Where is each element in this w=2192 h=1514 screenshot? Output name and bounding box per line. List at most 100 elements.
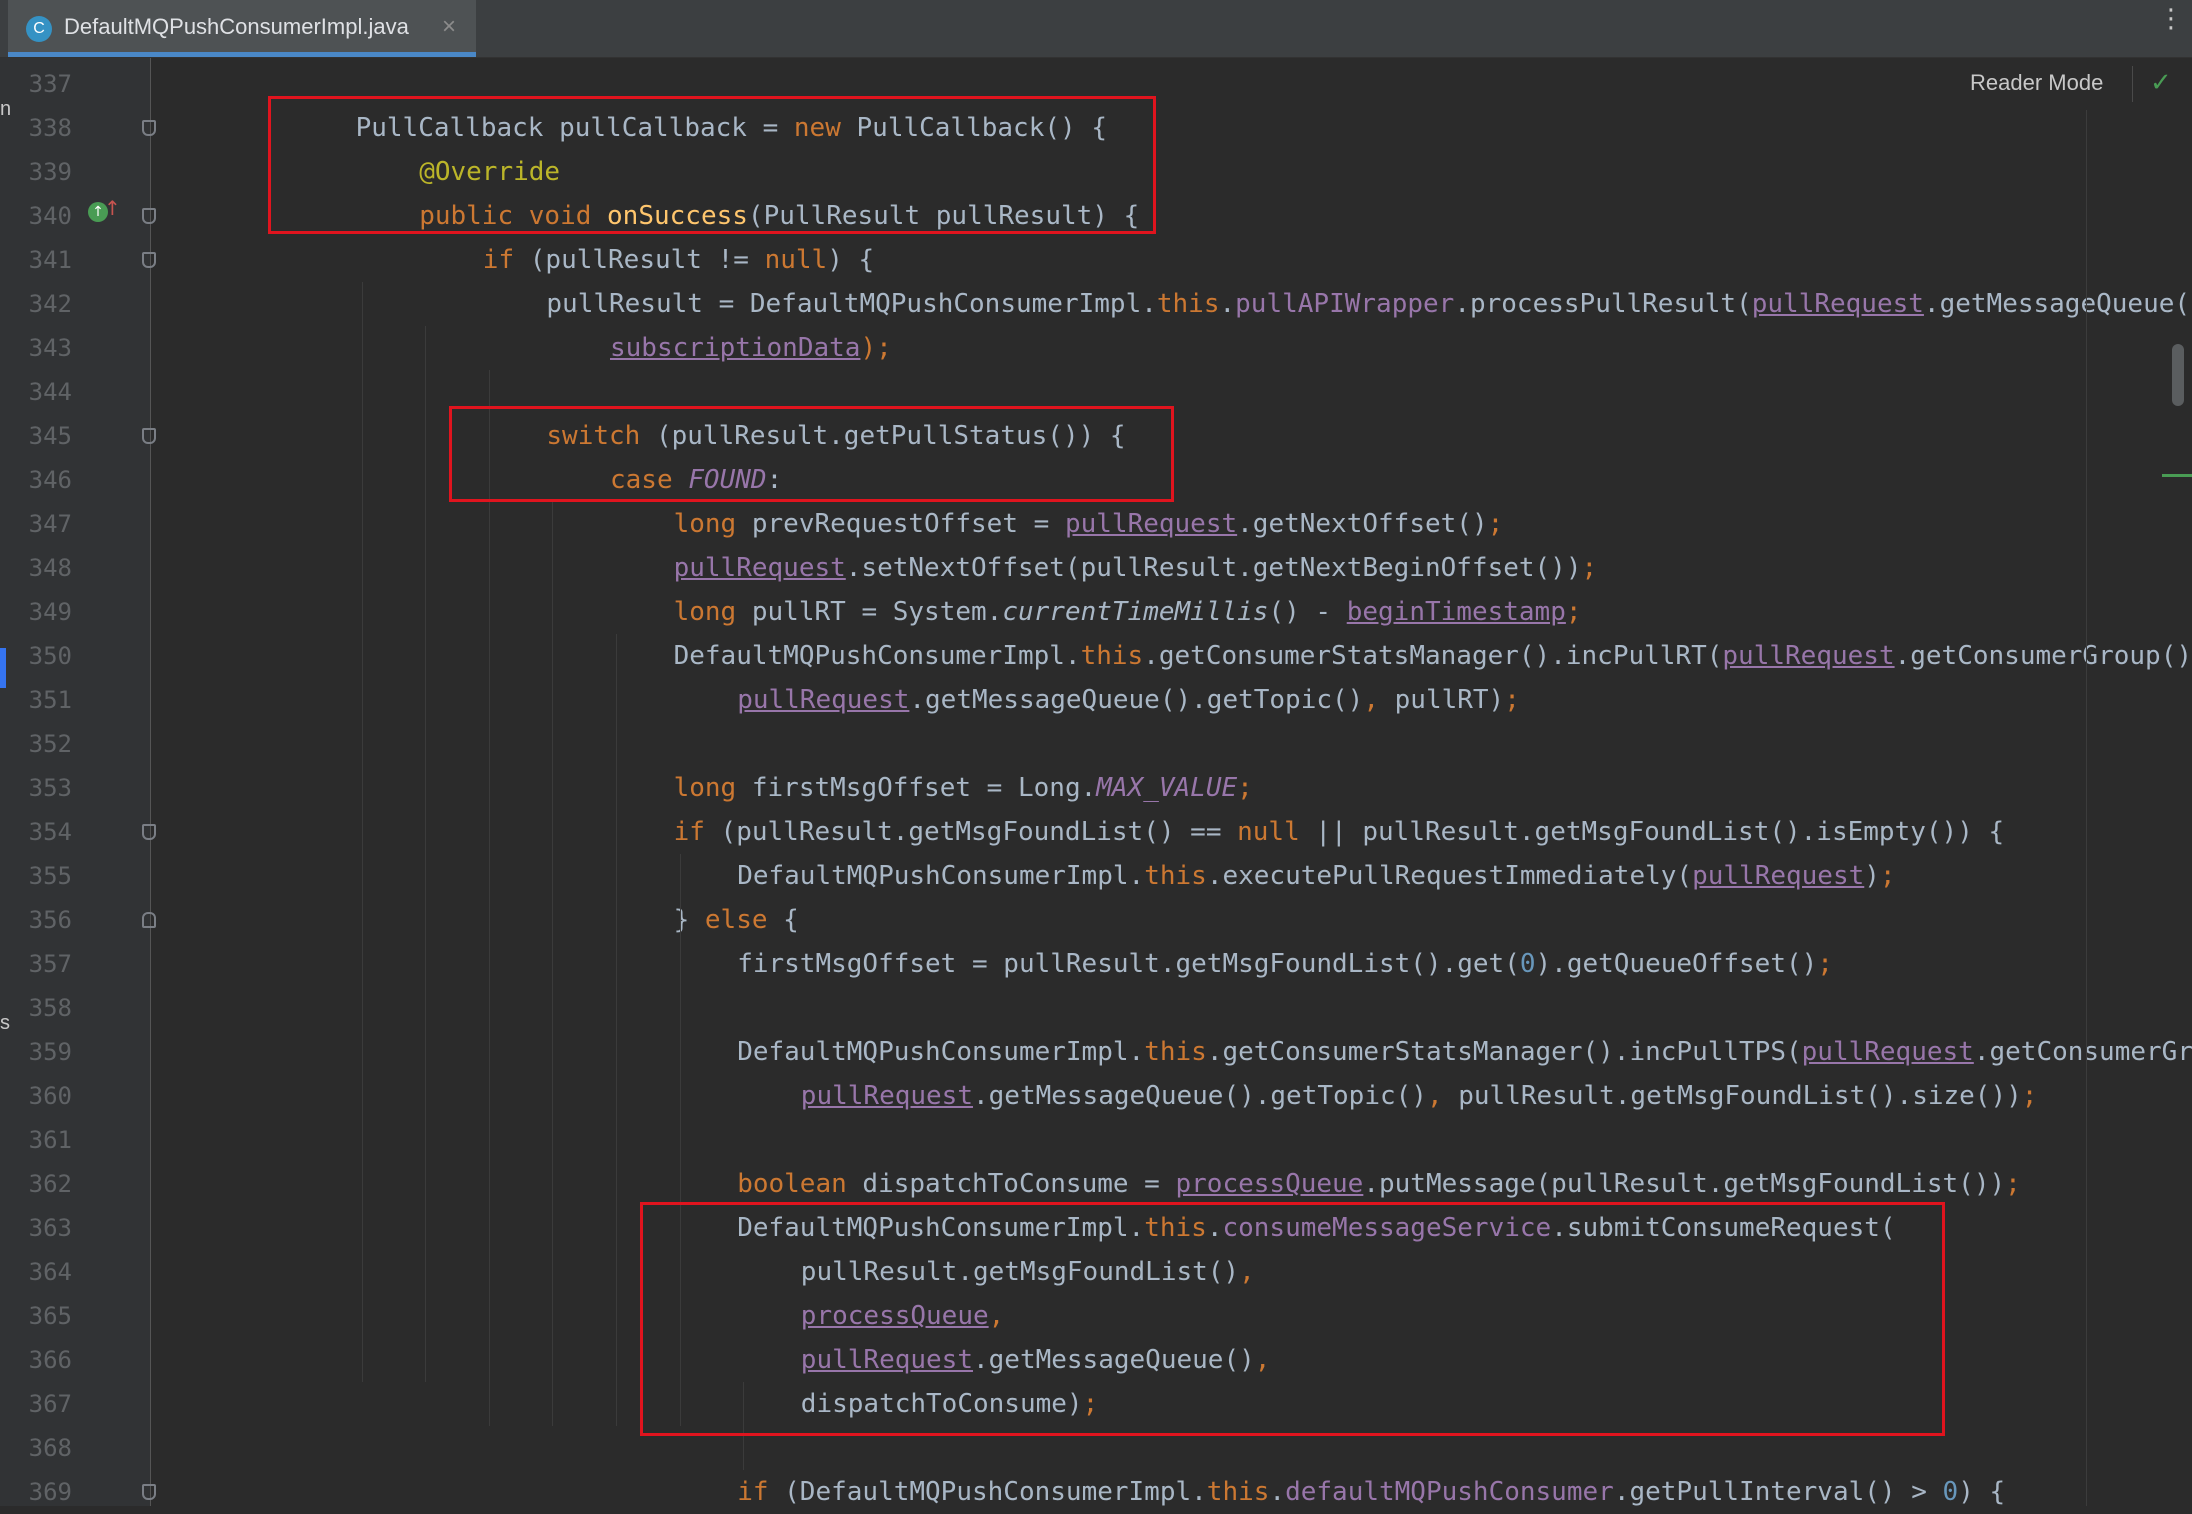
fold-marker-icon[interactable]	[142, 428, 156, 444]
code-token: ;	[1565, 597, 1582, 627]
fold-marker-icon[interactable]	[142, 912, 156, 928]
code-line[interactable]: long prevRequestOffset = pullRequest.get…	[674, 502, 1504, 546]
line-number: 369	[28, 1478, 72, 1506]
code-line[interactable]: if (DefaultMQPushConsumerImpl.this.defau…	[737, 1470, 2005, 1506]
code-token: .getPullInterval() >	[1613, 1477, 1943, 1506]
inspection-ok-icon[interactable]: ✓	[2150, 68, 2172, 98]
code-token: pullRequest	[1692, 861, 1865, 891]
reader-mode-button[interactable]: Reader Mode	[1970, 70, 2103, 96]
code-token: .getMessageQueue()	[1923, 289, 2192, 319]
fold-marker-icon[interactable]	[142, 208, 156, 224]
line-number: 349	[28, 598, 72, 626]
code-token: (DefaultMQPushConsumerImpl.	[768, 1477, 1207, 1506]
line-number: 360	[28, 1082, 72, 1110]
indent-guide	[552, 502, 554, 1426]
code-token: .getNextOffset()	[1237, 509, 1488, 539]
code-token: .executePullRequestImmediately(	[1206, 861, 1693, 891]
line-number: 354	[28, 818, 72, 846]
code-token: pullRequest	[1064, 509, 1238, 539]
code-token: ,	[1363, 685, 1395, 715]
code-line[interactable]: boolean dispatchToConsume = processQueue…	[737, 1162, 2021, 1206]
code-token: if	[482, 245, 515, 275]
line-number: 356	[28, 906, 72, 934]
code-token: ).getQueueOffset()	[1535, 949, 1818, 979]
code-token: .getConsumerStatsManager().incPullTPS(	[1206, 1037, 1802, 1067]
line-number: 345	[28, 422, 72, 450]
line-number: 338	[28, 114, 72, 142]
code-line[interactable]: pullRequest.getMessageQueue().getTopic()…	[801, 1074, 2038, 1118]
fold-marker-icon[interactable]	[142, 1484, 156, 1500]
highlight-box-submit	[640, 1202, 1945, 1436]
code-token: pullRequest	[1801, 1037, 1974, 1067]
code-token: this	[1144, 861, 1207, 891]
code-token: ;	[1487, 509, 1504, 539]
code-line[interactable]: } else {	[674, 898, 799, 942]
code-token: (pullResult !=	[514, 245, 765, 275]
code-line[interactable]: long pullRT = System.currentTimeMillis()…	[674, 590, 1582, 634]
code-line[interactable]: subscriptionData);	[610, 326, 892, 370]
code-token: ;	[2021, 1081, 2038, 1111]
change-marker	[2162, 474, 2192, 477]
code-token: .getConsumerGroup()	[1894, 641, 2192, 671]
line-number: 361	[28, 1126, 72, 1154]
code-token: pullRT)	[1394, 685, 1505, 715]
code-line[interactable]: DefaultMQPushConsumerImpl.this.getConsum…	[737, 1030, 2192, 1074]
more-options-icon[interactable]: ⋮	[2158, 6, 2184, 44]
vertical-scrollbar[interactable]	[2172, 344, 2184, 406]
line-number: 342	[28, 290, 72, 318]
line-number: 357	[28, 950, 72, 978]
code-line[interactable]: pullRequest.getMessageQueue().getTopic()…	[737, 678, 1520, 722]
line-number: 340	[28, 202, 72, 230]
code-token: prevRequestOffset =	[736, 509, 1065, 539]
java-class-icon: C	[26, 16, 52, 42]
code-token: firstMsgOffset = pullResult.getMsgFoundL…	[737, 949, 1520, 979]
line-number: 366	[28, 1346, 72, 1374]
line-number: 337	[28, 70, 72, 98]
active-tab-indicator	[8, 52, 476, 57]
code-token: );	[860, 333, 892, 363]
code-token: ;	[2005, 1169, 2021, 1199]
line-number: 362	[28, 1170, 72, 1198]
code-line[interactable]: DefaultMQPushConsumerImpl.this.getConsum…	[674, 634, 2192, 678]
code-token: null	[764, 245, 828, 275]
code-line[interactable]: if (pullResult != null) {	[483, 238, 874, 282]
line-number: 347	[28, 510, 72, 538]
indent-guide	[425, 326, 427, 1382]
code-token: }	[673, 905, 705, 935]
code-token: ;	[1581, 553, 1598, 583]
code-token: .getConsumerGrou	[1973, 1037, 2192, 1067]
code-line[interactable]: pullResult = DefaultMQPushConsumerImpl.t…	[546, 282, 2192, 326]
line-number: 343	[28, 334, 72, 362]
code-line[interactable]: if (pullResult.getMsgFoundList() == null…	[674, 810, 2005, 854]
code-token: this	[1156, 289, 1220, 319]
code-token: pullRequest	[800, 1081, 973, 1111]
code-line[interactable]: long firstMsgOffset = Long.MAX_VALUE;	[674, 766, 1253, 810]
code-token: null	[1237, 817, 1300, 847]
code-token: ;	[1237, 773, 1253, 803]
fold-marker-icon[interactable]	[142, 252, 156, 268]
code-token: .getConsumerStatsManager().incPullRT(	[1143, 641, 1723, 671]
line-number: 368	[28, 1434, 72, 1462]
gutter-divider	[150, 58, 151, 1506]
line-number: 355	[28, 862, 72, 890]
code-token: pullRT = System.	[736, 597, 1003, 627]
code-token: DefaultMQPushConsumerImpl.	[737, 1037, 1145, 1067]
tab-label[interactable]: DefaultMQPushConsumerImpl.java	[64, 14, 409, 40]
code-token: .processPullResult(	[1454, 289, 1752, 319]
code-line[interactable]: firstMsgOffset = pullResult.getMsgFoundL…	[737, 942, 1833, 986]
code-line[interactable]: pullRequest.setNextOffset(pullResult.get…	[674, 546, 1598, 590]
line-number: 359	[28, 1038, 72, 1066]
code-token: pullAPIWrapper	[1235, 289, 1455, 319]
code-token: ;	[1879, 861, 1896, 891]
code-token: 0	[1519, 949, 1536, 979]
toolbar-separator	[2132, 66, 2133, 102]
code-token: .getMessageQueue().getTopic()	[909, 685, 1364, 715]
fold-marker-icon[interactable]	[142, 824, 156, 840]
indent-guide	[488, 370, 490, 1426]
line-number: 348	[28, 554, 72, 582]
code-line[interactable]: DefaultMQPushConsumerImpl.this.executePu…	[737, 854, 1895, 898]
code-token: .setNextOffset(pullResult.getNextBeginOf…	[845, 553, 1582, 583]
code-token: ;	[1504, 685, 1520, 715]
close-icon[interactable]: ×	[442, 13, 456, 41]
fold-marker-icon[interactable]	[142, 120, 156, 136]
